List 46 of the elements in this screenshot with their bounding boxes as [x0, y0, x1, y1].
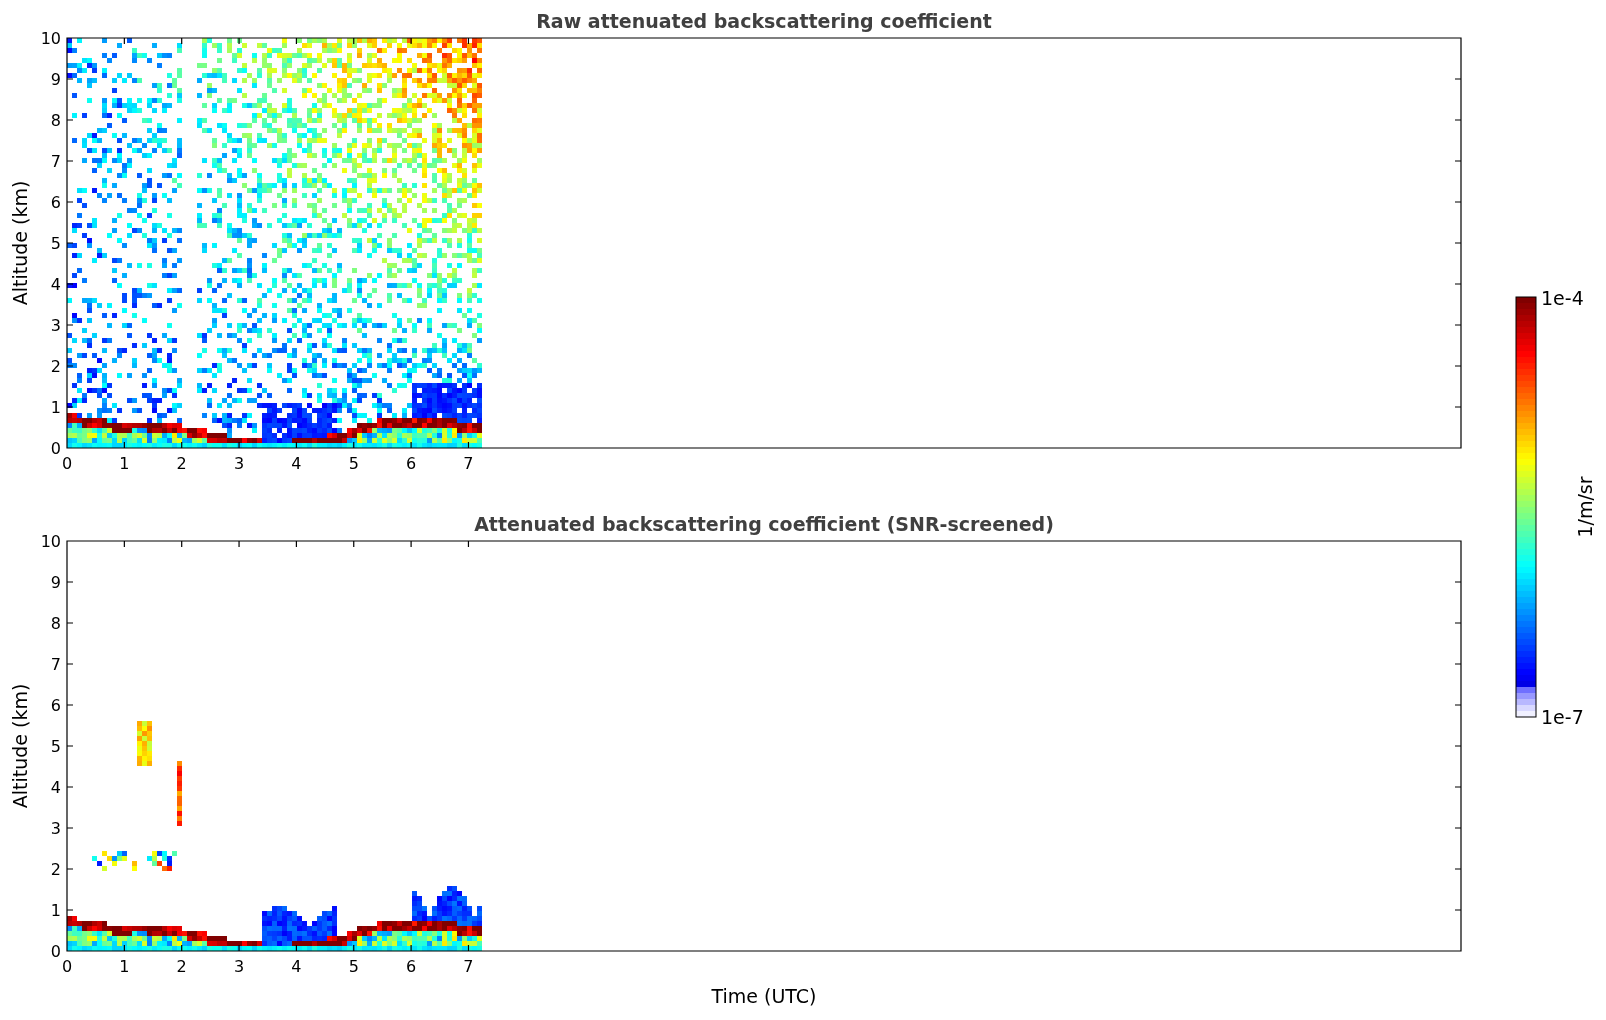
x-tick-label: 3 [233, 957, 245, 976]
x-tick-label: 0 [61, 454, 73, 473]
x-tick-label: 4 [291, 957, 302, 976]
y-axis-label: Altitude (km) [9, 180, 31, 306]
colorbar-unit-label: 1/m/sr [1574, 476, 1596, 538]
x-tick-label: 0 [61, 957, 73, 976]
y-tick-label: 10 [40, 29, 61, 48]
plot-title: Attenuated backscattering coefficient (SNR-screened) [474, 513, 1054, 535]
x-tick-label: 7 [463, 957, 474, 976]
y-tick-label: 6 [50, 696, 61, 715]
colorbar-min-label: 1e-7 [1541, 706, 1584, 728]
x-tick-label: 6 [406, 454, 417, 473]
y-tick-label: 7 [50, 152, 61, 171]
y-tick-label: 10 [40, 532, 61, 551]
y-tick-label: 5 [50, 737, 61, 756]
y-tick-label: 9 [50, 70, 61, 89]
x-tick-label: 3 [233, 454, 245, 473]
colorbar-max-label: 1e-4 [1541, 287, 1584, 309]
y-tick-label: 3 [50, 316, 61, 335]
y-tick-label: 6 [50, 193, 61, 212]
y-tick-label: 8 [50, 111, 61, 130]
y-tick-label: 3 [50, 819, 61, 838]
y-tick-label: 1 [50, 398, 61, 417]
x-tick-label: 7 [463, 454, 474, 473]
x-tick-label: 5 [348, 454, 359, 473]
y-axis-label: Altitude (km) [9, 683, 31, 809]
y-tick-label: 4 [50, 778, 61, 797]
y-tick-label: 4 [50, 275, 61, 294]
x-tick-label: 6 [406, 957, 417, 976]
y-tick-label: 7 [50, 655, 61, 674]
y-tick-label: 9 [50, 573, 61, 592]
y-tick-label: 0 [50, 439, 61, 458]
y-tick-label: 0 [50, 942, 61, 961]
y-tick-label: 2 [50, 357, 61, 376]
x-tick-label: 4 [291, 454, 302, 473]
x-tick-label: 1 [119, 957, 130, 976]
x-tick-label: 1 [119, 454, 130, 473]
plot-title: Raw attenuated backscattering coefficient [536, 10, 992, 32]
y-tick-label: 1 [50, 901, 61, 920]
x-tick-label: 2 [176, 957, 187, 976]
y-tick-label: 2 [50, 860, 61, 879]
y-tick-label: 5 [50, 234, 61, 253]
x-axis-label: Time (UTC) [711, 985, 817, 1007]
x-tick-label: 2 [176, 454, 187, 473]
x-tick-label: 5 [348, 957, 359, 976]
y-tick-label: 8 [50, 614, 61, 633]
